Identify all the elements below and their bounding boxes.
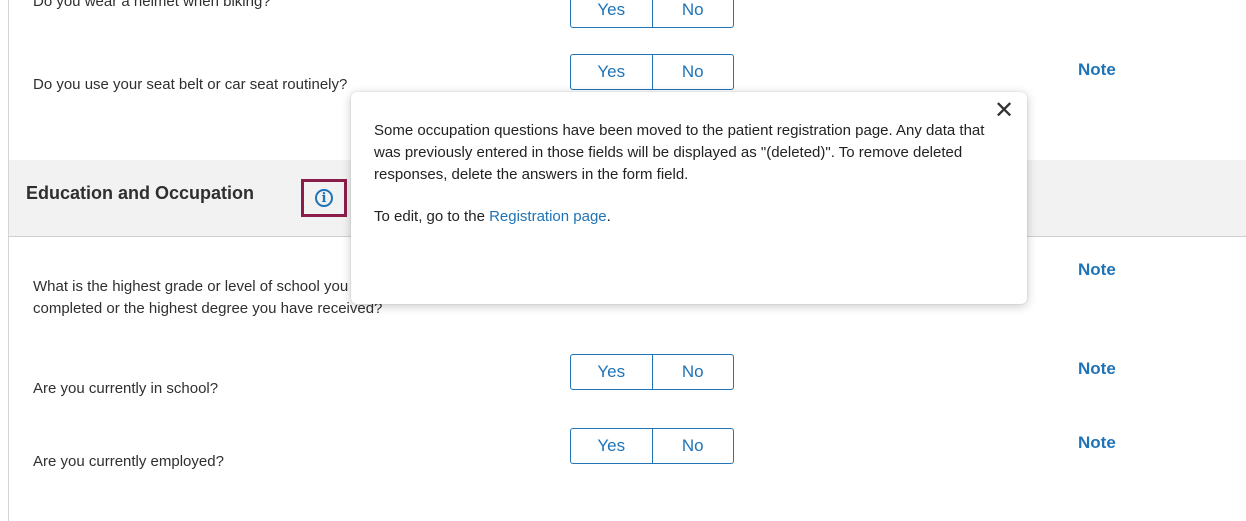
employed-yes-no: Yes No xyxy=(570,428,734,464)
in-school-yes-button[interactable]: Yes xyxy=(571,355,652,389)
popover-edit-prefix: To edit, go to the xyxy=(374,208,490,225)
question-highest-grade-line1: What is the highest grade or level of sc… xyxy=(33,278,385,295)
seat-belt-note-link[interactable]: Note xyxy=(1078,60,1116,80)
info-button[interactable]: i xyxy=(301,179,347,217)
info-popover: ✕ Some occupation questions have been mo… xyxy=(351,92,1027,304)
popover-message: Some occupation questions have been move… xyxy=(374,122,985,183)
helmet-no-button[interactable]: No xyxy=(651,0,734,27)
employed-yes-button[interactable]: Yes xyxy=(571,429,652,463)
registration-page-link[interactable]: Registration page xyxy=(489,208,607,225)
close-icon[interactable]: ✕ xyxy=(993,99,1015,123)
employed-note-link[interactable]: Note xyxy=(1078,433,1116,453)
question-highest-grade: What is the highest grade or level of sc… xyxy=(33,276,385,320)
info-icon: i xyxy=(315,189,333,207)
in-school-yes-no: Yes No xyxy=(570,354,734,390)
employed-no-button[interactable]: No xyxy=(651,429,734,463)
in-school-no-button[interactable]: No xyxy=(651,355,734,389)
question-in-school: Are you currently in school? xyxy=(33,380,219,397)
seat-belt-yes-button[interactable]: Yes xyxy=(571,55,652,89)
section-title: Education and Occupation xyxy=(26,183,255,203)
helmet-yes-button[interactable]: Yes xyxy=(571,0,652,27)
question-employed: Are you currently employed? xyxy=(33,453,224,470)
question-highest-grade-line2: completed or the highest degree you have… xyxy=(33,300,383,317)
question-helmet: Do you wear a helmet when biking? xyxy=(33,0,271,10)
popover-edit-suffix: . xyxy=(606,208,611,225)
seat-belt-no-button[interactable]: No xyxy=(651,55,734,89)
question-seat-belt: Do you use your seat belt or car seat ro… xyxy=(33,76,348,93)
seat-belt-yes-no: Yes No xyxy=(570,54,734,90)
in-school-note-link[interactable]: Note xyxy=(1078,359,1116,379)
helmet-yes-no: Yes No xyxy=(570,0,734,28)
popover-edit-line: To edit, go to the Registration page. xyxy=(374,206,1001,228)
highest-grade-note-link[interactable]: Note xyxy=(1078,260,1116,280)
